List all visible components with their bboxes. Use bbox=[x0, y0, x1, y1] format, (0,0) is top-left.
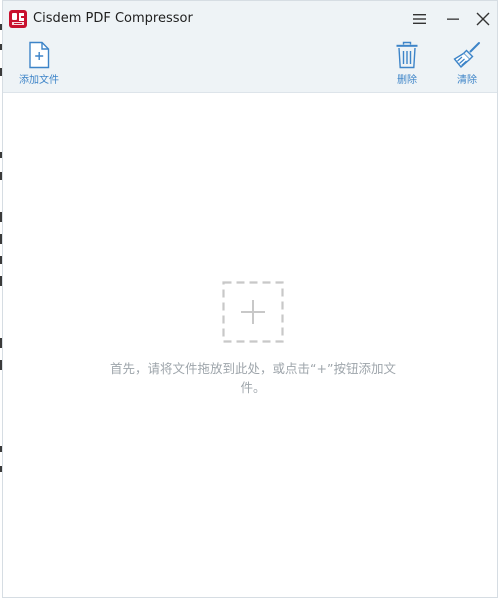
close-icon[interactable] bbox=[473, 9, 493, 29]
delete-label: 删除 bbox=[397, 75, 417, 86]
clear-button[interactable]: 清除 bbox=[449, 41, 485, 86]
file-drop-area[interactable]: 首先，请将文件拖放到此处，或点击“+”按钮添加文件。 bbox=[3, 93, 497, 597]
plus-icon bbox=[222, 281, 284, 347]
add-file-label: 添加文件 bbox=[19, 75, 59, 86]
add-drop-target[interactable] bbox=[222, 281, 284, 343]
app-logo-icon bbox=[9, 10, 27, 28]
drop-hint-text: 首先，请将文件拖放到此处，或点击“+”按钮添加文件。 bbox=[110, 361, 396, 395]
add-file-button[interactable]: 添加文件 bbox=[17, 41, 61, 86]
app-window: Cisdem PDF Compressor 添加文件 删除 清除 首先，请将文件… bbox=[0, 0, 500, 600]
window-title: Cisdem PDF Compressor bbox=[33, 11, 193, 26]
toolbar: 添加文件 删除 清除 bbox=[3, 37, 497, 93]
delete-button[interactable]: 删除 bbox=[389, 41, 425, 86]
broom-icon bbox=[449, 41, 485, 69]
app-frame: Cisdem PDF Compressor 添加文件 删除 清除 首先，请将文件… bbox=[2, 0, 498, 598]
add-file-icon bbox=[17, 41, 61, 69]
clear-label: 清除 bbox=[457, 75, 477, 86]
hamburger-menu-icon[interactable] bbox=[410, 9, 430, 29]
title-bar[interactable]: Cisdem PDF Compressor bbox=[3, 1, 497, 37]
trash-icon bbox=[389, 41, 425, 69]
minimize-icon[interactable] bbox=[443, 9, 463, 29]
